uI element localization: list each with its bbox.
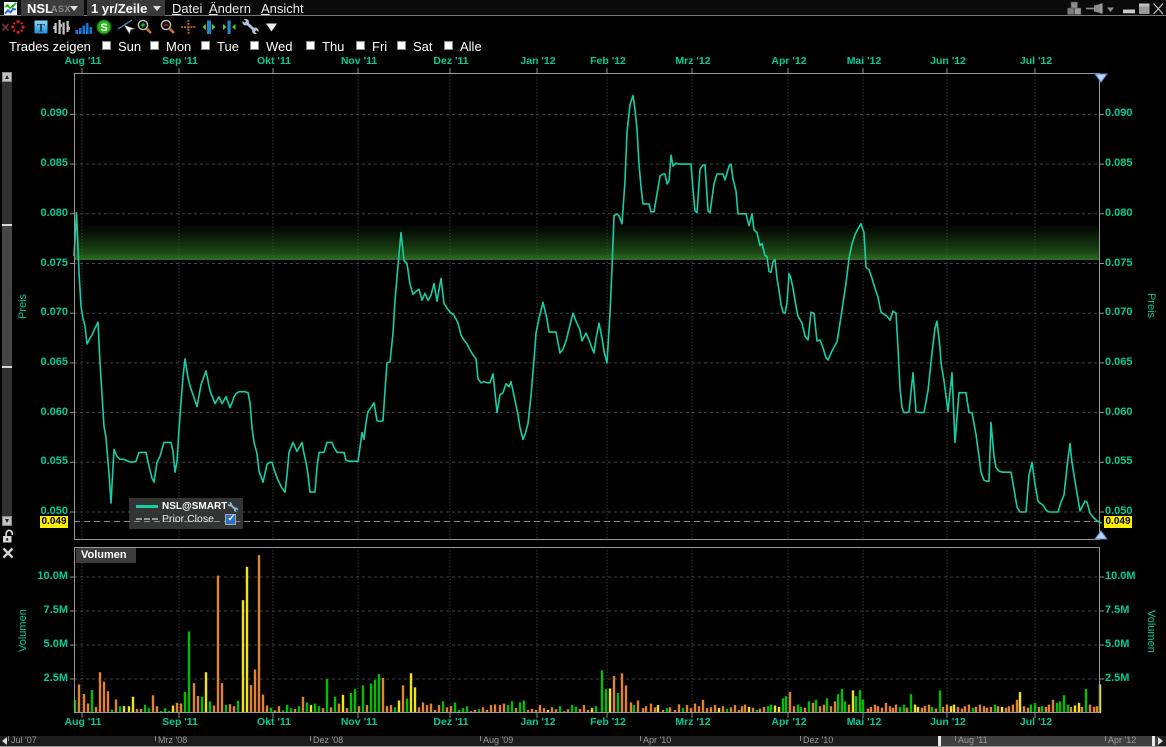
svg-text:T: T: [37, 21, 45, 35]
svg-text:S: S: [100, 22, 107, 34]
